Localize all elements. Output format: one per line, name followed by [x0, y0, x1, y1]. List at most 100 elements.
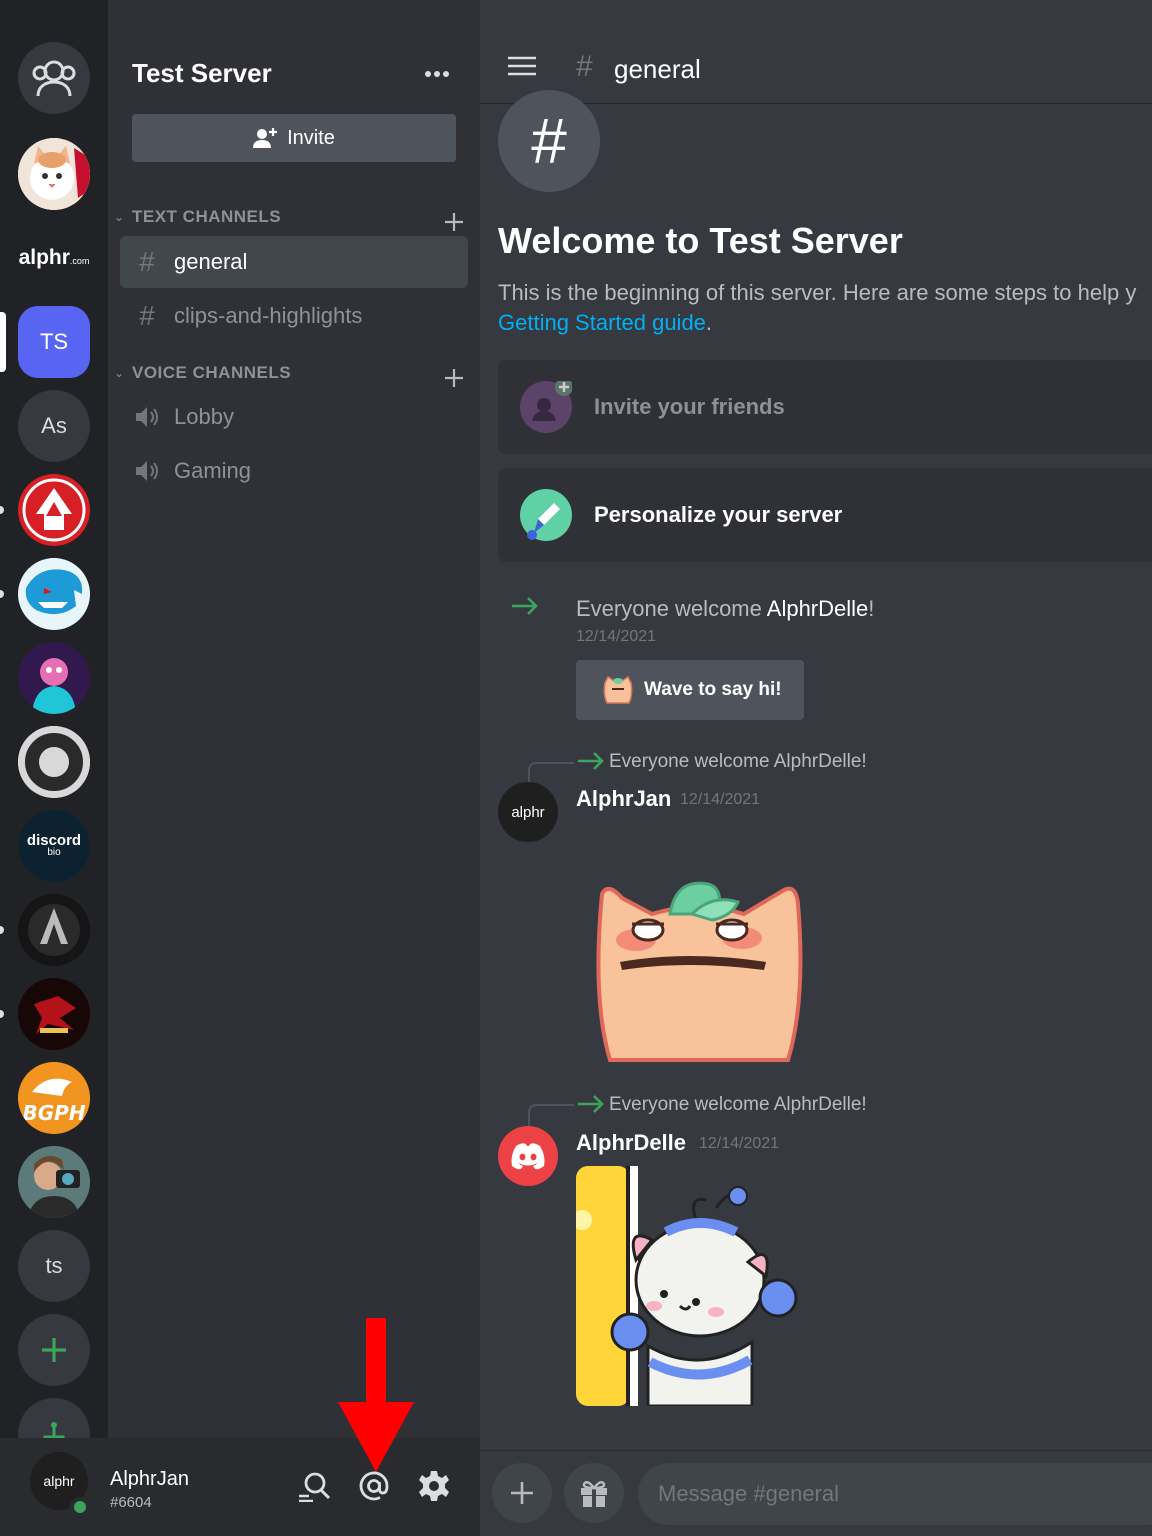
plus-icon: [445, 369, 463, 387]
server-initials: As: [41, 413, 67, 438]
mentions-button[interactable]: [356, 1468, 392, 1504]
server-kitten[interactable]: [18, 138, 90, 210]
reply-arrow-icon: [576, 750, 606, 777]
brush-icon: [520, 489, 572, 541]
voice-channels-category[interactable]: ⌄ VOICE CHANNELS: [114, 360, 464, 387]
wave-sticker-icon: [603, 675, 633, 704]
server-beast[interactable]: [18, 558, 90, 630]
card-label: Invite your friends: [594, 394, 785, 419]
wave-label: Wave to say hi!: [644, 679, 782, 700]
server-bgph[interactable]: BGPH: [18, 1062, 90, 1134]
text-channels-category[interactable]: ⌄ TEXT CHANNELS: [114, 204, 464, 231]
server-ts[interactable]: ts: [18, 1230, 90, 1302]
server-photographer[interactable]: [18, 1146, 90, 1218]
dark-a-logo-icon: [18, 894, 90, 966]
dead-red-logo-icon: [18, 978, 90, 1050]
voice-channel-gaming[interactable]: Gaming: [120, 445, 468, 497]
speaker-icon: [120, 459, 174, 483]
message-timestamp: 12/14/2021: [699, 1135, 780, 1152]
reply-arrow-icon: [576, 1093, 606, 1120]
channel-label: general: [174, 249, 248, 274]
character-avatar-icon: [18, 642, 90, 714]
server-title[interactable]: Test Server: [132, 58, 272, 89]
punctuation: .: [705, 310, 713, 335]
photographer-avatar-icon: [18, 1146, 90, 1218]
server-purple-character[interactable]: [18, 642, 90, 714]
channel-label: Lobby: [174, 404, 234, 429]
mouse-sticker: [572, 1166, 806, 1411]
red-shield-logo-icon: [18, 474, 90, 546]
getting-started-link[interactable]: Getting Started guide: [498, 310, 706, 335]
add-server-button[interactable]: [18, 1314, 90, 1386]
author-avatar[interactable]: [498, 1126, 558, 1186]
search-button[interactable]: [296, 1468, 332, 1504]
welcome-description: This is the beginning of this server. He…: [498, 278, 1152, 338]
unread-indicator: [0, 506, 4, 514]
add-text-channel-button[interactable]: [444, 200, 464, 239]
message-input[interactable]: [638, 1463, 1152, 1525]
gift-button[interactable]: [564, 1463, 624, 1523]
username: AlphrJan: [110, 1468, 189, 1490]
message-author[interactable]: AlphrDelle: [576, 1130, 686, 1156]
plus-icon: [42, 1338, 66, 1362]
server-dark-a[interactable]: [18, 894, 90, 966]
channel-header: # general: [480, 0, 1152, 104]
chevron-down-icon: ⌄: [114, 366, 125, 380]
channel-general[interactable]: # general: [120, 236, 468, 288]
alphr-logo: alphr.com: [18, 246, 90, 269]
joined-username[interactable]: AlphrDelle: [767, 596, 869, 621]
peach-sticker: [592, 880, 804, 1069]
channel-clips-and-highlights[interactable]: # clips-and-highlights: [120, 290, 468, 342]
avatar-logo-text: alphr: [43, 1473, 75, 1489]
direct-messages-button[interactable]: [18, 42, 90, 114]
online-status-indicator: [70, 1497, 90, 1517]
category-label: TEXT CHANNELS: [132, 207, 282, 226]
attach-button[interactable]: [492, 1463, 552, 1523]
invite-label: Invite: [287, 126, 335, 149]
voice-channel-lobby[interactable]: Lobby: [120, 391, 468, 443]
avatar-logo-text: alphr: [511, 803, 545, 821]
reply-preview[interactable]: Everyone welcome AlphrDelle!: [609, 751, 867, 773]
message-author[interactable]: AlphrJan: [576, 786, 671, 812]
welcome-title: Welcome to Test Server: [498, 220, 903, 261]
blue-beast-logo-icon: [18, 558, 90, 630]
channel-sidebar: Test Server Invite ⌄ TEXT CHANNELS # gen…: [108, 0, 480, 1438]
unread-indicator: [0, 1010, 4, 1018]
author-avatar[interactable]: alphr: [498, 782, 558, 842]
menu-button[interactable]: [508, 56, 536, 81]
unread-indicator: [0, 926, 4, 934]
invite-friends-card[interactable]: Invite your friends: [498, 360, 1152, 454]
server-menu-button[interactable]: [424, 54, 450, 85]
server-dead-red[interactable]: [18, 978, 90, 1050]
server-test-server[interactable]: TS: [18, 306, 90, 378]
welcome-description-text: This is the beginning of this server. He…: [498, 280, 1137, 305]
active-server-indicator: [0, 312, 6, 372]
channel-label: clips-and-highlights: [174, 303, 363, 328]
unread-indicator: [0, 590, 4, 598]
discord-bio-sublabel: bio: [47, 847, 61, 858]
discord-bio-logo: discord: [26, 832, 82, 849]
hamburger-icon: [508, 56, 536, 76]
server-red-logo[interactable]: [18, 474, 90, 546]
server-initials: TS: [39, 329, 69, 354]
invite-button[interactable]: Invite: [132, 114, 456, 162]
settings-button[interactable]: [416, 1468, 452, 1504]
bgph-logo-icon: BGPH: [18, 1062, 90, 1134]
message-timestamp: 12/14/2021: [576, 628, 657, 645]
plus-icon: [445, 213, 463, 231]
friends-icon: [32, 60, 76, 97]
server-as[interactable]: As: [18, 390, 90, 462]
reply-preview[interactable]: Everyone welcome AlphrDelle!: [609, 1094, 867, 1116]
server-rail: alphr.com TS As discord bio BGPH ts: [0, 0, 108, 1536]
wave-to-say-hi-button[interactable]: Wave to say hi!: [576, 660, 804, 720]
add-user-icon: [253, 128, 278, 148]
server-ring[interactable]: [18, 726, 90, 798]
card-label: Personalize your server: [594, 502, 843, 527]
search-icon: [299, 1472, 331, 1502]
chevron-down-icon: ⌄: [114, 210, 125, 224]
server-alphr[interactable]: alphr.com: [18, 222, 90, 294]
personalize-server-card[interactable]: Personalize your server: [498, 468, 1152, 562]
server-discord-bio[interactable]: discord bio: [18, 810, 90, 882]
add-voice-channel-button[interactable]: [444, 356, 464, 395]
message-timestamp: 12/14/2021: [680, 791, 761, 808]
